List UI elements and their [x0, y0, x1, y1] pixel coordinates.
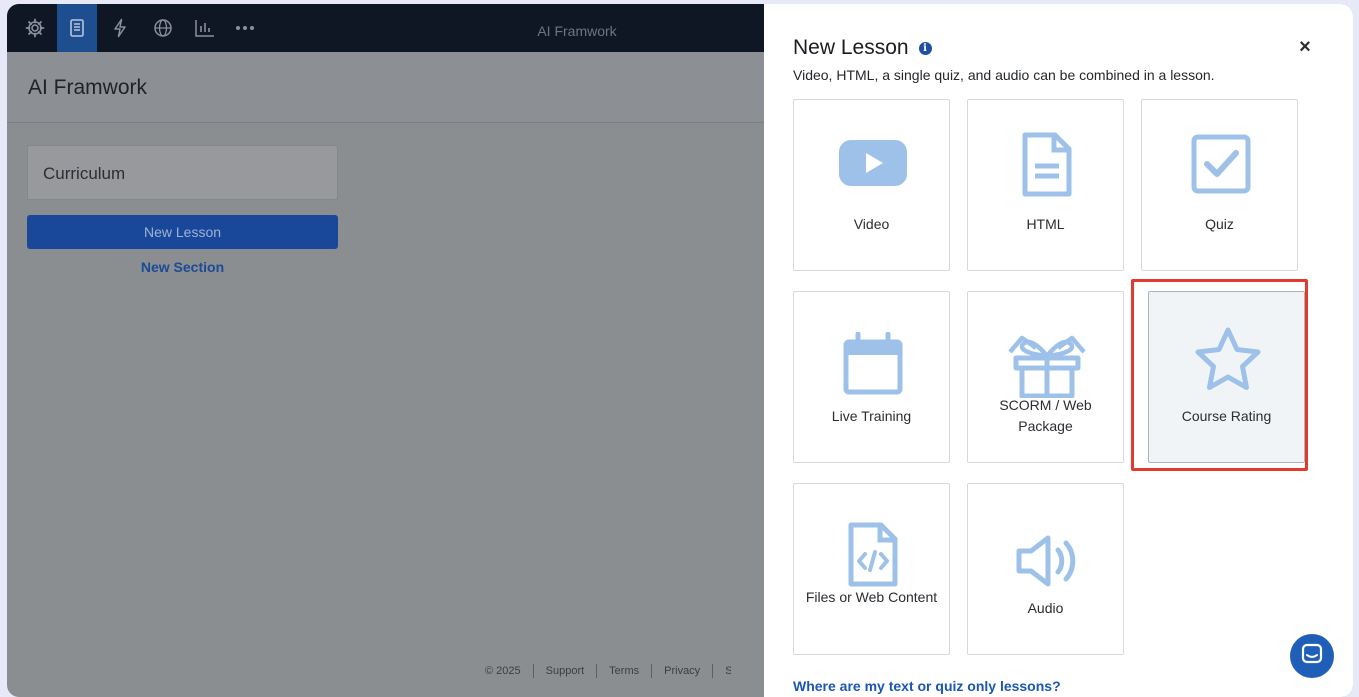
chat-icon [1301, 643, 1323, 670]
footer-divider [596, 664, 598, 678]
more-icon[interactable] [225, 4, 265, 52]
course-title: AI Framwork [28, 76, 148, 99]
lesson-type-label: Video [853, 216, 890, 232]
gear-icon[interactable] [15, 4, 55, 52]
top-toolbar: AI Framwork [7, 4, 764, 52]
app-title: AI Framwork [537, 23, 617, 39]
panel-subtitle: Video, HTML, a single quiz, and audio ca… [793, 67, 1215, 83]
speaker-icon [968, 484, 1125, 587]
lesson-type-live-training[interactable]: Live Training [793, 291, 950, 463]
selection-highlight [1131, 279, 1308, 471]
new-lesson-panel: New Lesson i × Video, HTML, a single qui… [764, 4, 1353, 697]
calendar-icon [794, 292, 951, 395]
lesson-type-label: Audio [1027, 600, 1064, 616]
lesson-type-label: SCORM / Web Package [999, 397, 1092, 434]
app-window: AI Framwork AI Framwork Curriculum New L… [7, 4, 1353, 697]
footer-privacy-link[interactable]: Privacy [664, 665, 700, 677]
panel-title: New Lesson [793, 36, 909, 59]
footer-divider [532, 664, 534, 678]
footer-copyright: © 2025 [485, 665, 521, 677]
info-icon[interactable]: i [918, 41, 932, 55]
lesson-type-html[interactable]: HTML [967, 99, 1124, 271]
course-header: AI Framwork [7, 52, 764, 123]
bolt-icon[interactable] [100, 4, 140, 52]
bar-chart-icon[interactable] [185, 4, 225, 52]
package-icon [968, 292, 1125, 398]
globe-icon[interactable] [143, 4, 183, 52]
code-file-icon [794, 484, 951, 587]
checkbox-icon [1142, 100, 1299, 200]
lesson-type-audio[interactable]: Audio [967, 483, 1124, 655]
lesson-type-label: Live Training [831, 408, 912, 424]
new-section-link[interactable]: New Section [27, 259, 338, 275]
panel-header: New Lesson i [793, 36, 932, 60]
document-icon [968, 100, 1125, 200]
footer-divider [651, 664, 653, 678]
lesson-type-label: HTML [1026, 216, 1065, 232]
lesson-type-video[interactable]: Video [793, 99, 950, 271]
video-icon [794, 100, 951, 200]
lesson-type-scorm[interactable]: SCORM / Web Package [967, 291, 1124, 463]
book-icon[interactable] [57, 4, 97, 52]
close-button[interactable]: × [1296, 37, 1314, 57]
help-link[interactable]: Where are my text or quiz only lessons? [793, 678, 1061, 694]
footer-links: © 2025 Support Terms Privacy S [485, 664, 731, 678]
footer-divider [712, 664, 714, 678]
lesson-type-files-web-content[interactable]: Files or Web Content [793, 483, 950, 655]
chat-support-button[interactable] [1290, 634, 1334, 678]
footer-truncated-link[interactable]: S [725, 665, 731, 677]
footer-support-link[interactable]: Support [546, 665, 585, 677]
lesson-type-label: Files or Web Content [805, 589, 938, 605]
curriculum-panel: Curriculum [27, 145, 338, 200]
lesson-type-label: Quiz [1205, 216, 1234, 232]
lesson-type-quiz[interactable]: Quiz [1141, 99, 1298, 271]
new-lesson-button[interactable]: New Lesson [27, 215, 338, 249]
footer-terms-link[interactable]: Terms [609, 665, 639, 677]
